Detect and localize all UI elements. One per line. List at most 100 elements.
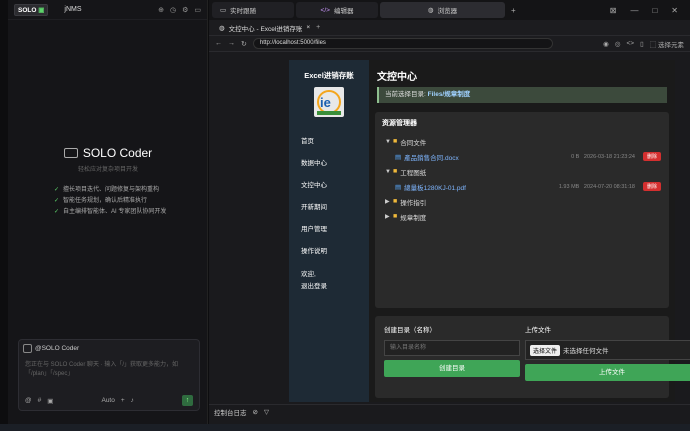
sidebar-item-help[interactable]: 操作说明 — [289, 241, 369, 263]
create-dir-section: 创建目录（名称） 输入目录名称 创建目录 — [384, 324, 520, 377]
browser-nav: ← → ↻ http://localhost:5000/files ◉ ◎ <>… — [209, 36, 690, 52]
chat-input-box[interactable]: @SOLO Coder 您正在与 SOLO Coder 聊天 · 输入「/」获取… — [18, 339, 200, 411]
agent-icon — [23, 344, 32, 353]
check-icon: ✓ — [54, 198, 60, 204]
caret-right-icon[interactable]: ▶ — [385, 213, 393, 220]
sidebar-item-files[interactable]: 文控中心 — [289, 175, 369, 197]
hash-icon[interactable]: # — [38, 397, 42, 404]
sidebar-item-home[interactable]: 首页 — [289, 131, 369, 153]
sidebar-item-data[interactable]: 数据中心 — [289, 153, 369, 175]
brand-subtitle: 轻松应对复杂项目开发 — [77, 167, 138, 173]
solo-panel: SOLO ▣ jNMS ⊕ ◷ ⚙ ▭ SOLO Coder 轻松应对复杂项目开… — [8, 0, 208, 424]
actions-panel: 创建目录（名称） 输入目录名称 创建目录 上传文件 选择文件 未选择任何文件 上传… — [375, 316, 690, 398]
console-bar[interactable]: 控制台日志 ⊘ ▽ — [209, 404, 690, 418]
project-name[interactable]: jNMS — [64, 6, 81, 13]
sidebar-item-period[interactable]: 开新期间 — [289, 197, 369, 219]
app-title: Excel进销存账 — [304, 71, 354, 80]
history-icon[interactable]: ◷ — [170, 6, 176, 14]
delete-button[interactable]: 删除 — [642, 182, 661, 191]
monitor-icon: ▭ — [220, 7, 227, 14]
add-tab-icon[interactable]: + — [316, 24, 320, 31]
tab-editor[interactable]: </> 编辑器 — [296, 2, 378, 18]
choose-file-button[interactable]: 选择文件 — [530, 344, 561, 356]
solo-hero: SOLO Coder 轻松应对复杂项目开发 ✓ 擅长项目迭代、问题修复与架构重构 … — [8, 146, 208, 218]
minimize-icon[interactable]: — — [630, 6, 638, 15]
forward-icon[interactable]: → — [228, 40, 235, 47]
os-taskbar — [0, 424, 690, 431]
back-icon[interactable]: ← — [215, 40, 222, 47]
devtools-icon[interactable]: <> — [627, 40, 635, 47]
maximize-icon[interactable]: □ — [652, 6, 657, 15]
upload-button[interactable]: 上传文件 — [525, 364, 690, 381]
feature-list: ✓ 擅长项目迭代、问题修复与架构重构 ✓ 智能任务规划，确认后精准执行 ✓ 自主编排智… — [8, 185, 208, 218]
browser-tab[interactable]: ◍ 文控中心 - Excel进销存账 × — [213, 23, 316, 33]
create-dir-button[interactable]: 创建目录 — [384, 360, 520, 377]
code-icon: </> — [320, 6, 330, 14]
reload-icon[interactable]: ↻ — [241, 40, 247, 48]
image-icon[interactable]: ▣ — [47, 397, 53, 405]
select-element-button[interactable]: ⬚ 选择元素 — [650, 39, 684, 49]
tree-folder[interactable]: ▶ ■ 规章制度 — [375, 209, 669, 224]
current-dir-path: Files/规章制度 — [427, 91, 471, 98]
caret-down-icon[interactable]: ▼ — [385, 169, 393, 175]
welcome-text: 欢迎, — [301, 271, 316, 278]
folder-icon: ■ — [393, 213, 398, 220]
agent-tag[interactable]: @SOLO Coder — [23, 344, 195, 353]
caret-right-icon[interactable]: ▶ — [385, 198, 393, 205]
tree-folder[interactable]: ▼ ■ 工程图纸 — [375, 164, 669, 179]
sidebar-menu: 首页 数据中心 文控中心 开新期间 用户管理 操作说明 欢迎, 退出登录 — [289, 131, 369, 293]
record-icon[interactable]: ◉ — [603, 40, 609, 48]
chat-input[interactable]: 您正在与 SOLO Coder 聊天 · 输入「/」获取更多能力，如「/plan… — [19, 357, 199, 383]
tab-browser[interactable]: ◍ 浏览器 — [380, 2, 505, 18]
svg-text:ie: ie — [320, 95, 331, 110]
mic-icon[interactable]: ♪ — [131, 397, 134, 404]
page-title: 文控中心 — [377, 72, 417, 83]
settings-icon[interactable]: ⚙ — [182, 6, 188, 14]
file-icon: ▤ — [395, 153, 402, 161]
solo-header-actions: ⊕ ◷ ⚙ ▭ — [158, 6, 201, 14]
check-icon: ✓ — [54, 209, 60, 215]
close-icon[interactable]: × — [306, 24, 310, 31]
close-icon[interactable]: ✕ — [671, 6, 678, 15]
file-meta: 1.93 MB 2024-07-20 08:31:18 — [558, 183, 635, 190]
send-button[interactable]: ↑ — [182, 395, 193, 406]
resource-manager: 资源管理器 ▼ ■ 合同文件 ▤ 產品銷售合同.docx 0 B 2026-03-18… — [375, 112, 669, 308]
feature-item: ✓ 擅长项目迭代、问题修复与架构重构 — [54, 187, 160, 193]
tab-live-follow[interactable]: ▭ 实时跟随 — [212, 2, 294, 18]
globe-icon: ◍ — [219, 24, 225, 32]
eye-icon[interactable]: ◎ — [615, 40, 621, 48]
file-meta: 0 B 2026-03-18 21:23:24 — [571, 153, 635, 160]
tree-folder[interactable]: ▶ ■ 操作指引 — [375, 194, 669, 209]
folder-icon: ■ — [393, 168, 398, 175]
solo-logo[interactable]: SOLO ▣ — [14, 3, 49, 16]
create-dir-label: 创建目录（名称） — [384, 327, 436, 334]
current-dir-alert: 当前选择目录: Files/规章制度 — [377, 87, 667, 103]
split-icon[interactable]: ⊠ — [610, 6, 617, 15]
upload-label: 上传文件 — [525, 327, 551, 334]
browser-tabbar: ◍ 文控中心 - Excel进销存账 × + — [209, 20, 690, 36]
check-icon: ✓ — [54, 187, 60, 193]
at-icon[interactable]: @ — [25, 397, 32, 404]
delete-button[interactable]: 删除 — [642, 152, 661, 161]
app-root: SOLO ▣ jNMS ⊕ ◷ ⚙ ▭ SOLO Coder 轻松应对复杂项目开… — [0, 0, 690, 431]
filter-icon[interactable]: ⊘ — [253, 408, 258, 416]
new-chat-icon[interactable]: ⊕ — [158, 6, 164, 14]
url-bar[interactable]: http://localhost:5000/files — [252, 38, 553, 49]
workspace-tabs: ▭ 实时跟随 </> 编辑器 ◍ 浏览器 + ⊠ — □ ✕ — [209, 0, 690, 20]
mode-select[interactable]: Auto — [101, 397, 114, 404]
feature-item: ✓ 智能任务规划，确认后精准执行 — [54, 198, 148, 204]
file-input[interactable]: 选择文件 未选择任何文件 — [525, 340, 690, 360]
plus-icon[interactable]: + — [121, 397, 125, 404]
tree-file[interactable]: ▤ 產品銷售合同.docx 0 B 2026-03-18 21:23:24 删除 — [375, 149, 669, 164]
layout-icon[interactable]: ▭ — [194, 6, 201, 14]
tree-file[interactable]: ▤ 總量板1280KJ-01.pdf 1.93 MB 2024-07-20 08:… — [375, 179, 669, 194]
solo-header: SOLO ▣ jNMS ⊕ ◷ ⚙ ▭ — [8, 0, 207, 20]
chevron-down-icon[interactable]: ▽ — [264, 408, 269, 416]
phone-icon[interactable]: ▯ — [640, 40, 644, 48]
add-tab-icon[interactable]: + — [511, 6, 516, 15]
logout-link[interactable]: 退出登录 — [289, 281, 369, 293]
sidebar-item-users[interactable]: 用户管理 — [289, 219, 369, 241]
tree-folder[interactable]: ▼ ■ 合同文件 — [375, 134, 669, 149]
caret-down-icon[interactable]: ▼ — [385, 139, 393, 145]
dir-name-input[interactable]: 输入目录名称 — [384, 340, 520, 356]
